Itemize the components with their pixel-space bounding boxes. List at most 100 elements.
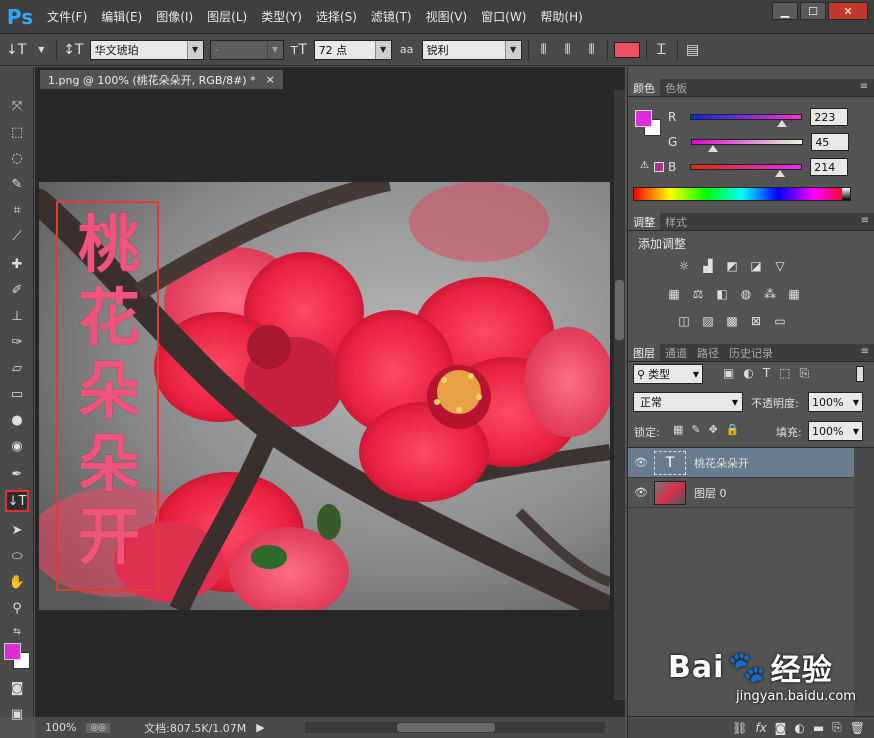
dodge-tool-icon[interactable]: ◉	[5, 435, 29, 457]
eyedropper-tool-icon[interactable]: ⟋	[5, 225, 29, 247]
r-value-input[interactable]: 223	[810, 108, 849, 126]
vertical-scrollbar[interactable]	[614, 90, 625, 700]
photo-filter-icon[interactable]: ◍	[738, 287, 754, 301]
delete-layer-icon[interactable]: 🗑	[850, 721, 865, 735]
lock-all-icon[interactable]: 🔒	[726, 423, 740, 436]
b-value-input[interactable]: 214	[810, 158, 849, 176]
pixel-filter-icon[interactable]: ▣	[723, 366, 734, 381]
black-white-ramp[interactable]	[842, 188, 850, 200]
gradient-map-icon[interactable]: ▭	[772, 314, 788, 328]
tab-channels[interactable]: 通道	[660, 344, 692, 361]
menu-window[interactable]: 窗口(W)	[474, 0, 533, 34]
filter-toggle[interactable]	[856, 366, 864, 382]
quick-mask-icon[interactable]: ◙	[5, 677, 29, 699]
layer-row-image[interactable]: 👁 图层 0	[628, 478, 854, 508]
blend-mode-select[interactable]: 正常 ▼	[633, 392, 743, 412]
posterize-icon[interactable]: ▨	[700, 314, 716, 328]
vibrance-icon[interactable]: ▽	[772, 259, 788, 273]
adjustment-filter-icon[interactable]: ◐	[743, 366, 753, 381]
warp-text-icon[interactable]: Ꮖ	[653, 42, 671, 58]
font-style-select[interactable]: - ▼	[209, 39, 284, 60]
status-menu-arrow-icon[interactable]: ▶	[256, 721, 264, 734]
eye-icon[interactable]: 👁	[628, 486, 654, 499]
lock-transparent-icon[interactable]: ▦	[673, 423, 683, 436]
crop-tool-icon[interactable]: ⌗	[5, 199, 29, 221]
color-spectrum-bar[interactable]	[633, 187, 851, 201]
menu-filter[interactable]: 滤镜(T)	[364, 0, 419, 34]
levels-icon[interactable]: ▟	[700, 259, 716, 273]
panel-menu-icon[interactable]: ≡	[861, 346, 869, 357]
clone-stamp-tool-icon[interactable]: ⊥	[5, 305, 29, 327]
panel-menu-icon[interactable]: ≡	[860, 81, 868, 92]
layer-row-text[interactable]: 👁 T 桃花朵朵开	[628, 448, 854, 478]
color-foreground-swatch[interactable]	[635, 110, 652, 127]
b-slider[interactable]	[690, 164, 803, 177]
align-top-icon[interactable]: ⦀	[535, 42, 553, 58]
warning-icon[interactable]: ⚠	[640, 160, 649, 171]
menu-image[interactable]: 图像(I)	[149, 0, 200, 34]
tab-layers[interactable]: 图层	[628, 344, 660, 361]
brush-tool-icon[interactable]: ✐	[5, 279, 29, 301]
maximize-button[interactable]: ☐	[800, 2, 826, 20]
eye-icon[interactable]: 👁	[628, 456, 654, 469]
threshold-icon[interactable]: ▩	[724, 314, 740, 328]
hand-tool-icon[interactable]: ✋	[5, 571, 29, 593]
move-tool-icon[interactable]: ⤧	[5, 95, 29, 117]
tab-color[interactable]: 颜色	[628, 79, 660, 96]
layer-name[interactable]: 图层 0	[694, 485, 727, 501]
channel-mixer-icon[interactable]: ⁂	[762, 287, 778, 301]
healing-brush-tool-icon[interactable]: ✚	[5, 253, 29, 275]
align-bottom-icon[interactable]: ⦀	[583, 42, 601, 58]
vertical-type-tool-button[interactable]: ↓T	[5, 490, 29, 512]
exposure-icon[interactable]: ◪	[748, 259, 764, 273]
screen-mode-icon[interactable]: ▣	[5, 703, 29, 725]
lasso-tool-icon[interactable]: ◌	[5, 147, 29, 169]
pen-tool-icon[interactable]: ✒	[5, 463, 29, 485]
align-center-icon[interactable]: ⦀	[559, 42, 577, 58]
font-size-select[interactable]: 72 点 ▼	[313, 39, 392, 60]
text-color-swatch[interactable]	[613, 41, 640, 58]
invert-icon[interactable]: ◫	[676, 314, 692, 328]
foreground-color-swatch[interactable]	[4, 643, 21, 660]
new-group-icon[interactable]: ▬	[813, 721, 824, 735]
ellipse-tool-icon[interactable]: ⬭	[5, 545, 29, 567]
menu-file[interactable]: 文件(F)	[40, 0, 94, 34]
slider-knob[interactable]	[708, 145, 719, 152]
panel-menu-icon[interactable]: ≡	[861, 215, 869, 226]
path-select-tool-icon[interactable]: ➤	[5, 519, 29, 541]
gamut-swatch[interactable]	[654, 162, 664, 172]
marquee-tool-icon[interactable]: ⬚	[5, 121, 29, 143]
fill-input[interactable]: 100% ▼	[808, 421, 863, 441]
character-panel-icon[interactable]: ▤	[684, 42, 702, 58]
history-brush-tool-icon[interactable]: ✑	[5, 331, 29, 353]
tab-history[interactable]: 历史记录	[724, 344, 778, 361]
horizontal-scrollbar[interactable]	[305, 722, 605, 733]
antialias-select[interactable]: 锐利 ▼	[421, 39, 522, 60]
tool-preset-dropdown[interactable]: ▼	[32, 45, 50, 54]
zoom-tool-icon[interactable]: ⚲	[5, 597, 29, 619]
document-tab[interactable]: 1.png @ 100% (桃花朵朵开, RGB/8#) * ×	[39, 69, 284, 89]
tab-styles[interactable]: 样式	[660, 213, 692, 230]
swap-colors-icon[interactable]: ⇆	[5, 621, 29, 643]
font-family-select[interactable]: 华文琥珀 ▼	[89, 39, 204, 60]
menu-view[interactable]: 视图(V)	[419, 0, 475, 34]
tab-paths[interactable]: 路径	[692, 344, 724, 361]
opacity-input[interactable]: 100% ▼	[808, 392, 863, 412]
gradient-tool-icon[interactable]: ▭	[5, 383, 29, 405]
layers-scrollbar[interactable]	[854, 448, 874, 716]
type-filter-icon[interactable]: T	[763, 366, 770, 381]
lock-image-icon[interactable]: ✎	[691, 423, 700, 436]
blur-tool-icon[interactable]: ●	[5, 409, 29, 431]
color-balance-icon[interactable]: ⚖	[690, 287, 706, 301]
vertical-text-layer[interactable]: 桃 花 朵 朵 开	[61, 208, 157, 573]
g-value-input[interactable]: 45	[811, 133, 850, 151]
menu-layer[interactable]: 图层(L)	[200, 0, 254, 34]
scrollbar-thumb[interactable]	[397, 723, 495, 732]
r-slider[interactable]	[690, 114, 803, 127]
layer-name[interactable]: 桃花朵朵开	[694, 455, 749, 471]
hue-saturation-icon[interactable]: ▦	[666, 287, 682, 301]
close-tab-icon[interactable]: ×	[266, 73, 275, 86]
menu-help[interactable]: 帮助(H)	[533, 0, 589, 34]
lock-position-icon[interactable]: ✥	[709, 423, 718, 436]
menu-type[interactable]: 类型(Y)	[254, 0, 309, 34]
